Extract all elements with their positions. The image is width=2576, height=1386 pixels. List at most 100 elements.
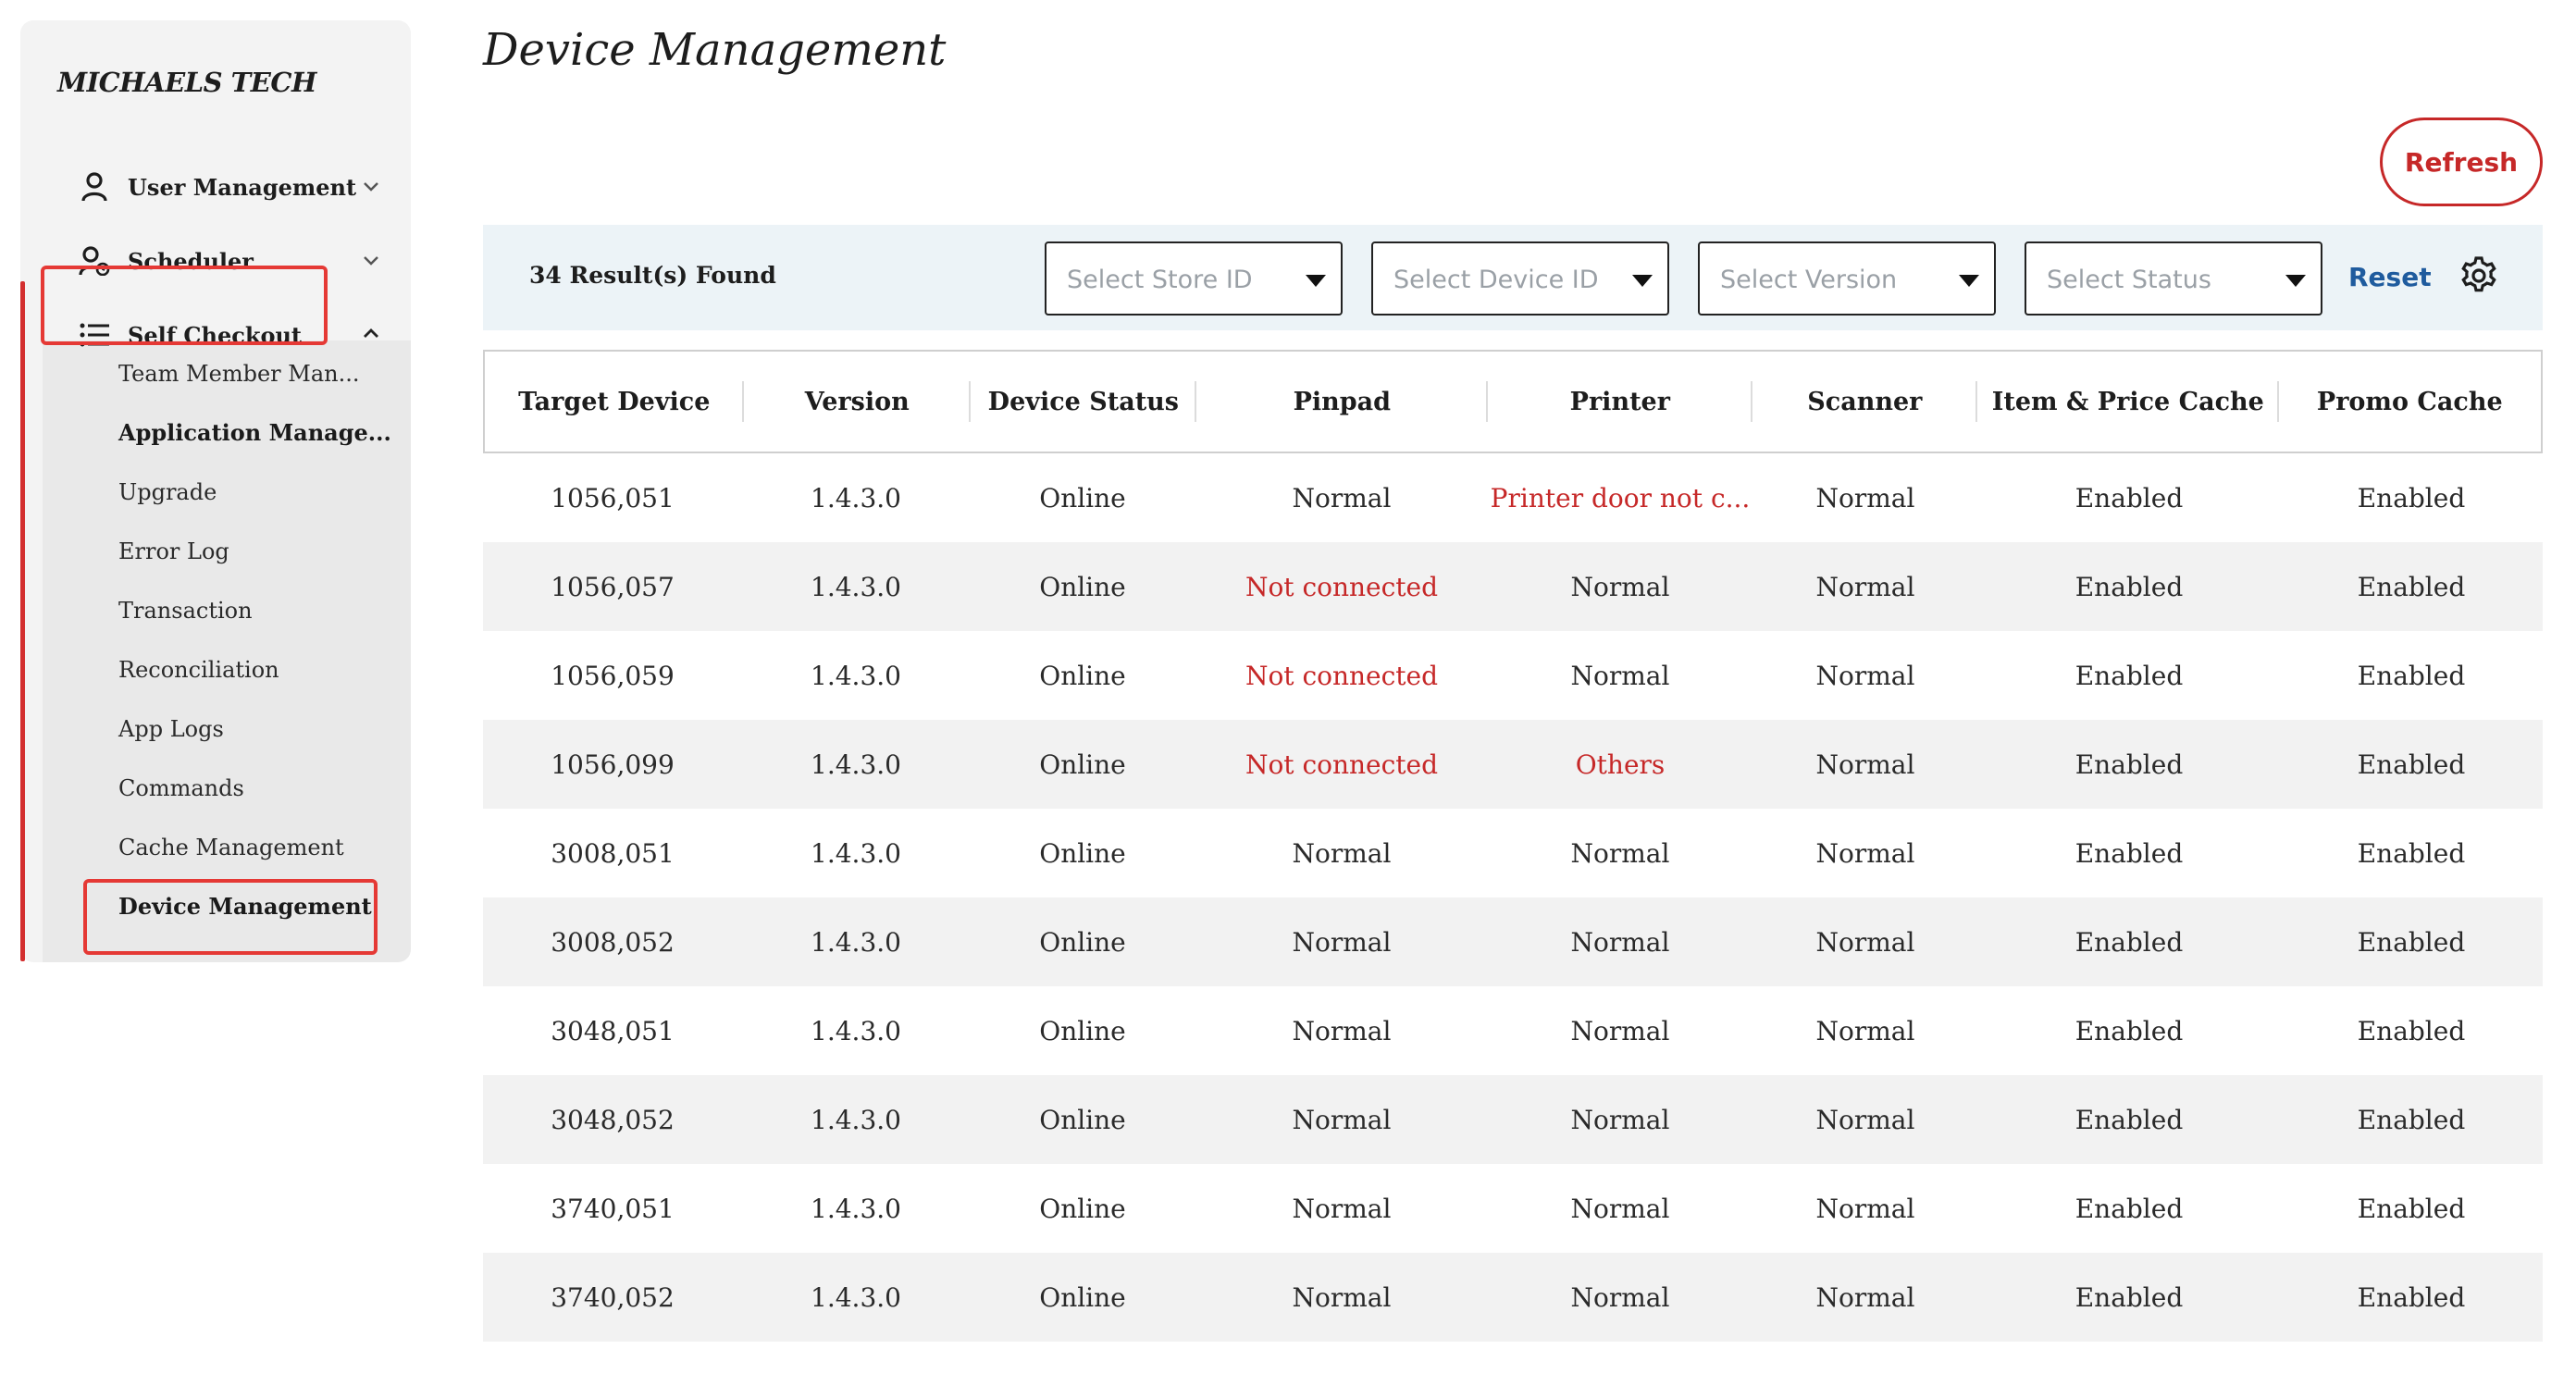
table-row[interactable]: 1056,051 1.4.3.0 Online Normal Printer door … <box>483 453 2543 542</box>
sub-item-commands[interactable]: Commands <box>118 770 244 807</box>
column-header[interactable]: Promo Cache <box>2279 350 2541 453</box>
table-cell: Enabled <box>2074 1104 2184 1135</box>
table-cell: Normal <box>1570 571 1670 602</box>
sub-item-cache-management[interactable]: Cache Management <box>118 829 344 866</box>
table-cell: 1.4.3.0 <box>811 660 901 691</box>
device-table: Target Device Version Device Status Pinp… <box>483 350 2543 1342</box>
table-cell: Others <box>1575 749 1666 780</box>
status-select[interactable]: Select Status <box>2025 241 2322 316</box>
table-cell: Not connected <box>1245 660 1439 691</box>
nav-label: User Management <box>128 173 357 201</box>
page-title: Device Management <box>483 24 947 76</box>
table-cell: 1056,051 <box>551 482 675 514</box>
table-cell: Not connected <box>1245 571 1439 602</box>
column-header[interactable]: Device Status <box>971 350 1196 453</box>
table-cell: Printer door not c... <box>1490 482 1751 514</box>
sub-item-app-logs[interactable]: App Logs <box>118 711 224 748</box>
sub-item-team-member[interactable]: Team Member Man... <box>118 355 359 392</box>
table-row[interactable]: 1056,057 1.4.3.0 Online Not connected Normal… <box>483 542 2543 631</box>
column-header[interactable]: Scanner <box>1752 350 1978 453</box>
table-cell: Enabled <box>2357 1015 2466 1046</box>
gear-icon[interactable] <box>2458 254 2500 297</box>
table-cell: Enabled <box>2074 482 2184 514</box>
table-cell: Normal <box>1292 837 1392 869</box>
table-row[interactable]: 3740,052 1.4.3.0 Online Normal Normal Normal E… <box>483 1253 2543 1342</box>
table-cell: Online <box>1039 482 1126 514</box>
store-id-select[interactable]: Select Store ID <box>1045 241 1343 316</box>
table-row[interactable]: 3008,051 1.4.3.0 Online Normal Normal Normal E… <box>483 809 2543 897</box>
column-header[interactable]: Target Device <box>485 350 744 453</box>
highlight-self-checkout <box>41 266 328 345</box>
table-cell: 1.4.3.0 <box>811 482 901 514</box>
table-row[interactable]: 3048,052 1.4.3.0 Online Normal Normal Normal E… <box>483 1075 2543 1164</box>
table-cell: Normal <box>1815 571 1915 602</box>
reset-button[interactable]: Reset <box>2348 262 2432 292</box>
table-cell: Normal <box>1292 1104 1392 1135</box>
table-cell: Normal <box>1570 926 1670 958</box>
table-cell: Normal <box>1292 926 1392 958</box>
table-cell: Online <box>1039 926 1126 958</box>
refresh-button[interactable]: Refresh <box>2380 118 2543 206</box>
table-row[interactable]: 1056,099 1.4.3.0 Online Not connected Others… <box>483 720 2543 809</box>
sub-item-transaction[interactable]: Transaction <box>118 592 253 629</box>
table-cell: 3048,052 <box>551 1104 675 1135</box>
table-cell: Online <box>1039 837 1126 869</box>
table-cell: Normal <box>1292 1015 1392 1046</box>
table-cell: 1.4.3.0 <box>811 749 901 780</box>
sub-item-upgrade[interactable]: Upgrade <box>118 474 217 511</box>
caret-down-icon <box>1306 275 1326 287</box>
select-placeholder: Select Store ID <box>1067 266 1253 294</box>
filter-bar: 34 Result(s) Found Select Store ID Selec… <box>483 225 2543 330</box>
table-row[interactable]: 3008,052 1.4.3.0 Online Normal Normal Normal E… <box>483 897 2543 986</box>
table-row[interactable]: 1056,059 1.4.3.0 Online Not connected Normal… <box>483 631 2543 720</box>
column-header[interactable]: Printer <box>1488 350 1752 453</box>
sub-item-reconciliation[interactable]: Reconciliation <box>118 651 279 688</box>
results-count: 34 Result(s) Found <box>529 262 776 289</box>
table-cell: Normal <box>1292 482 1392 514</box>
caret-down-icon <box>1959 275 1979 287</box>
table-cell: 1.4.3.0 <box>811 1281 901 1313</box>
table-row[interactable]: 3048,051 1.4.3.0 Online Normal Normal Normal E… <box>483 986 2543 1075</box>
table-cell: Enabled <box>2357 571 2466 602</box>
table-cell: 1.4.3.0 <box>811 1104 901 1135</box>
caret-down-icon <box>1632 275 1653 287</box>
table-cell: Enabled <box>2357 926 2466 958</box>
select-placeholder: Select Device ID <box>1393 266 1599 294</box>
sub-item-error-log[interactable]: Error Log <box>118 533 229 570</box>
table-cell: Online <box>1039 1193 1126 1224</box>
table-cell: Normal <box>1570 1193 1670 1224</box>
version-select[interactable]: Select Version <box>1698 241 1996 316</box>
table-cell: 1056,099 <box>551 749 675 780</box>
device-id-select[interactable]: Select Device ID <box>1371 241 1669 316</box>
table-cell: Normal <box>1815 482 1915 514</box>
table-cell: Normal <box>1815 660 1915 691</box>
table-cell: Normal <box>1815 1193 1915 1224</box>
active-indicator <box>20 281 25 961</box>
user-icon <box>78 170 111 204</box>
table-cell: Not connected <box>1245 749 1439 780</box>
table-cell: Online <box>1039 660 1126 691</box>
table-cell: 1.4.3.0 <box>811 1015 901 1046</box>
table-cell: Enabled <box>2357 1193 2466 1224</box>
table-cell: Normal <box>1570 1281 1670 1313</box>
table-row[interactable]: 3740,051 1.4.3.0 Online Normal Normal Normal E… <box>483 1164 2543 1253</box>
chevron-down-icon <box>364 182 378 192</box>
sub-item-application-management[interactable]: Application Manage... <box>118 415 391 452</box>
column-header[interactable]: Version <box>744 350 972 453</box>
column-header[interactable]: Pinpad <box>1196 350 1489 453</box>
table-cell: Enabled <box>2074 1193 2184 1224</box>
nav-user-management[interactable]: User Management <box>43 159 403 215</box>
table-cell: 1.4.3.0 <box>811 571 901 602</box>
table-cell: 3048,051 <box>551 1015 675 1046</box>
table-cell: Enabled <box>2357 482 2466 514</box>
table-cell: Enabled <box>2357 749 2466 780</box>
column-header[interactable]: Item & Price Cache <box>1977 350 2279 453</box>
table-cell: Normal <box>1570 1015 1670 1046</box>
table-header: Target Device Version Device Status Pinp… <box>483 350 2543 453</box>
table-cell: Enabled <box>2074 1015 2184 1046</box>
table-cell: 3740,052 <box>551 1281 675 1313</box>
table-cell: Normal <box>1815 926 1915 958</box>
table-cell: Online <box>1039 1104 1126 1135</box>
table-cell: 1056,057 <box>551 571 675 602</box>
sidebar: MICHAELS TECH User Management Scheduler … <box>20 20 411 962</box>
